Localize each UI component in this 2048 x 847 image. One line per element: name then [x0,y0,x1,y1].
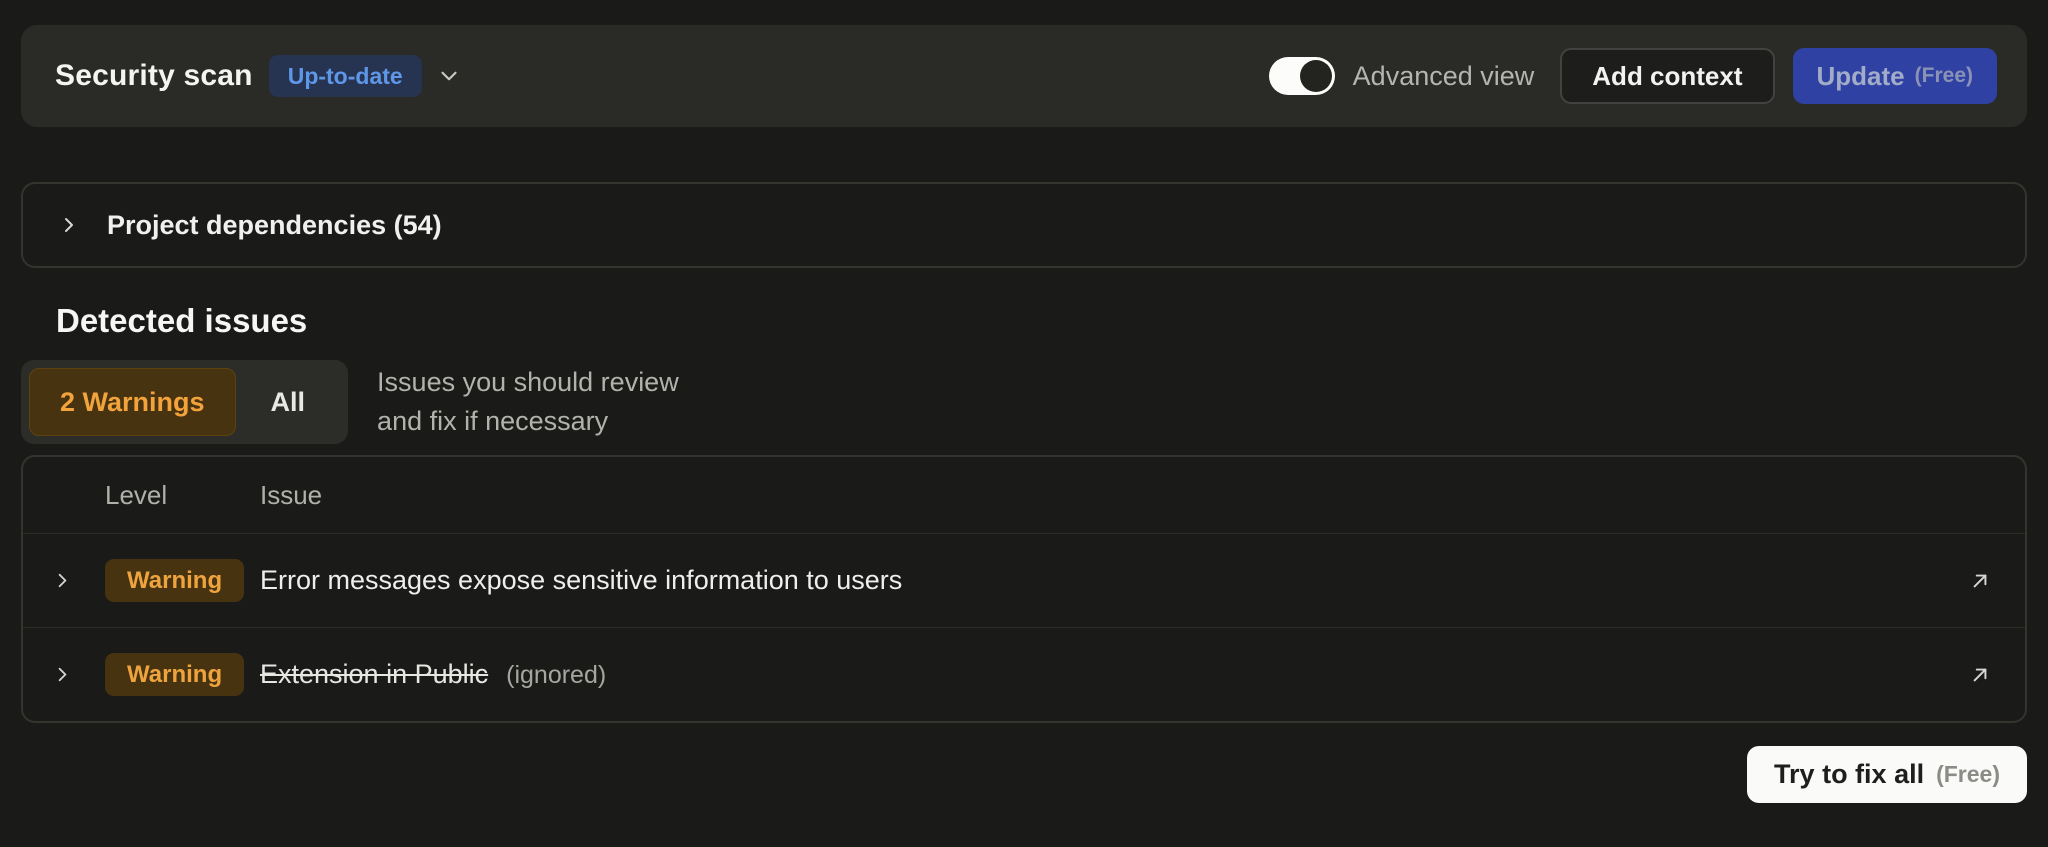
update-button[interactable]: Update (Free) [1793,48,1997,104]
try-to-fix-all-button[interactable]: Try to fix all (Free) [1747,746,2027,803]
issue-cell: Error messages expose sensitive informat… [260,565,1939,596]
footer-row: Try to fix all (Free) [21,746,2027,803]
chevron-right-icon [57,213,81,237]
header-actions: Advanced view Add context Update (Free) [1269,48,1997,104]
column-header-issue: Issue [260,480,1939,511]
header-bar: Security scan Up-to-date Advanced view A… [21,25,2027,127]
chevron-down-icon[interactable] [436,63,462,89]
update-button-label: Update [1817,61,1905,92]
issue-text: Extension in Public [260,659,488,690]
try-to-fix-all-label: Try to fix all [1774,759,1924,790]
issue-cell: Extension in Public (ignored) [260,659,1939,690]
chevron-right-icon[interactable] [49,569,105,592]
page-title: Security scan [55,59,253,93]
filter-description-line1: Issues you should review [377,363,679,402]
filter-description-line2: and fix if necessary [377,402,679,441]
advanced-view-toggle[interactable] [1269,57,1335,95]
project-dependencies-row[interactable]: Project dependencies (54) [21,182,2027,268]
issues-table: Level Issue Warning Error messages expos… [21,455,2027,723]
detected-issues-heading: Detected issues [56,302,2027,340]
table-body: Warning Error messages expose sensitive … [23,533,2025,721]
issue-text: Error messages expose sensitive informat… [260,565,902,596]
filter-tab-all[interactable]: All [236,368,341,436]
status-badge: Up-to-date [269,55,422,97]
chevron-right-icon[interactable] [49,663,105,686]
filter-description: Issues you should review and fix if nece… [377,363,679,441]
table-header-row: Level Issue [23,457,2025,533]
fix-all-free-suffix: (Free) [1936,761,2000,788]
level-badge: Warning [105,559,244,602]
level-badge: Warning [105,653,244,696]
table-row[interactable]: Warning Extension in Public (ignored) [23,627,2025,721]
advanced-view-label: Advanced view [1353,61,1535,92]
ignored-label: (ignored) [506,661,606,690]
table-row[interactable]: Warning Error messages expose sensitive … [23,533,2025,627]
arrow-up-right-icon[interactable] [1967,568,2001,594]
add-context-button[interactable]: Add context [1560,48,1774,104]
arrow-up-right-icon[interactable] [1967,662,2001,688]
toggle-knob [1300,60,1332,92]
project-dependencies-label: Project dependencies (54) [107,210,442,241]
filter-tab-2-warnings[interactable]: 2 Warnings [29,368,236,436]
filter-row: 2 WarningsAll Issues you should review a… [21,360,2027,444]
issue-filter-group: 2 WarningsAll [21,360,348,444]
update-free-suffix: (Free) [1915,64,1973,88]
column-header-level: Level [105,480,260,511]
